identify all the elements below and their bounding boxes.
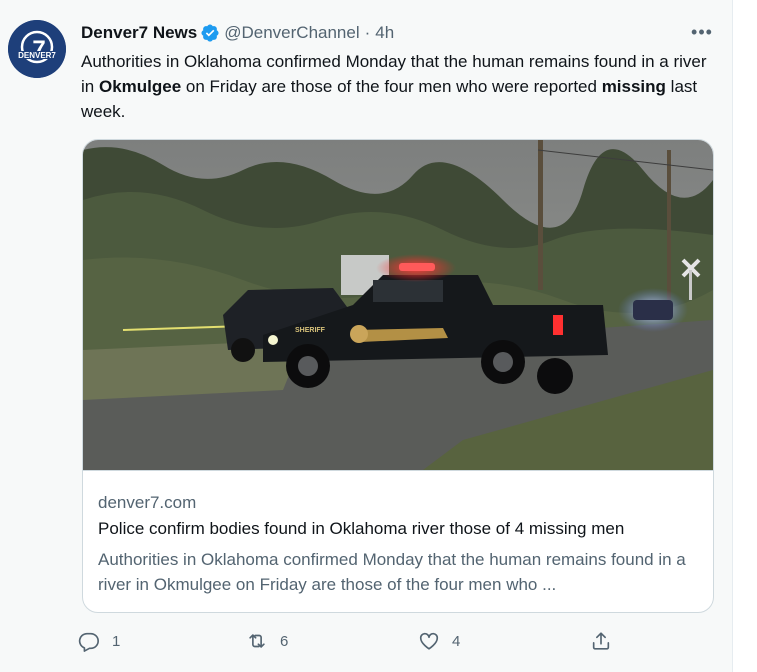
avatar[interactable]: 7 DENVER7 — [8, 20, 66, 78]
like-count: 4 — [452, 632, 461, 650]
text-run: on Friday are those of the four men who … — [181, 77, 602, 96]
card-title: Police confirm bodies found in Oklahoma … — [98, 519, 625, 538]
reply-count: 1 — [112, 632, 121, 650]
retweet-count: 6 — [280, 632, 289, 650]
timestamp[interactable]: 4h — [375, 23, 394, 43]
tweet[interactable]: 7 DENVER7 Denver7 News @DenverChannel · … — [0, 0, 732, 672]
card-description: Authorities in Oklahoma confirmed Monday… — [98, 550, 686, 594]
tweet-header: Denver7 News @DenverChannel · 4h — [81, 22, 394, 44]
svg-text:DENVER7: DENVER7 — [18, 51, 56, 60]
like-icon — [419, 632, 439, 650]
share-button[interactable] — [590, 626, 624, 656]
verified-badge-icon — [200, 23, 220, 43]
author-handle[interactable]: @DenverChannel — [224, 23, 359, 43]
retweet-button[interactable]: 6 — [246, 626, 288, 656]
reply-icon — [78, 632, 99, 652]
card-image[interactable]: SHERIFF — [83, 140, 713, 471]
separator-dot: · — [364, 23, 371, 42]
denver7-logo: 7 DENVER7 — [8, 20, 66, 78]
tweet-text: Authorities in Oklahoma confirmed Monday… — [81, 49, 716, 124]
author-name[interactable]: Denver7 News — [81, 23, 197, 43]
svg-text:SHERIFF: SHERIFF — [295, 327, 326, 334]
more-icon[interactable]: ••• — [688, 20, 716, 44]
hashtag-highlight: Okmulgee — [98, 77, 182, 96]
retweet-icon — [249, 634, 265, 648]
news-photo: SHERIFF — [83, 140, 713, 470]
page-gutter — [732, 0, 757, 672]
card-domain: denver7.com — [98, 493, 197, 512]
tweet-actions: 1 6 4 — [78, 626, 718, 656]
share-icon — [592, 632, 610, 650]
like-button[interactable]: 4 — [418, 626, 460, 656]
link-card[interactable]: SHERIFF denver7.com Police confirm bodie… — [82, 139, 714, 613]
hashtag-highlight: missing — [601, 77, 666, 96]
reply-button[interactable]: 1 — [78, 626, 120, 656]
